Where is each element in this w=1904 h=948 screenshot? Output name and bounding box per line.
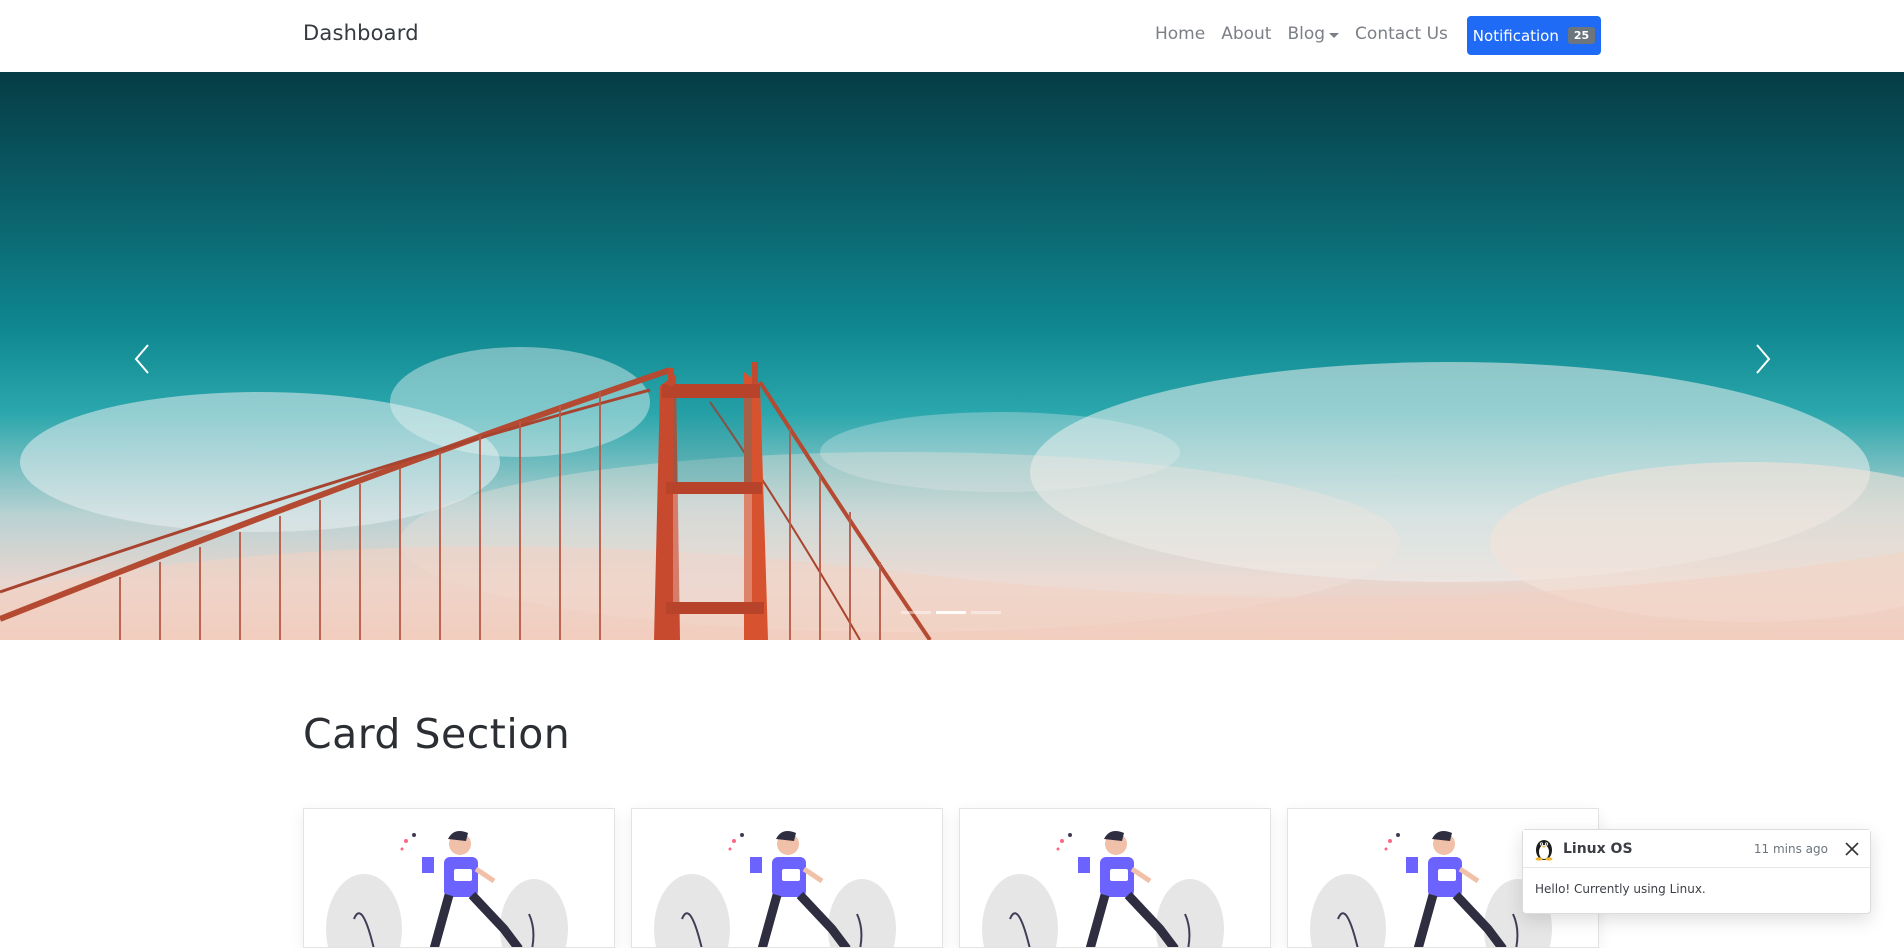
chevron-left-icon: [134, 344, 149, 374]
card-3[interactable]: [959, 808, 1271, 948]
runner-illustration: [982, 831, 1224, 947]
nav-dropdown-blog[interactable]: Blog: [1287, 24, 1340, 44]
navbar-brand[interactable]: Dashboard: [303, 21, 419, 45]
toast-header: Linux OS 11 mins ago: [1523, 830, 1870, 868]
carousel-indicator-3[interactable]: [971, 611, 1001, 614]
nav-link-home[interactable]: Home: [1155, 24, 1205, 44]
chevron-right-icon: [1756, 344, 1771, 374]
nav-links: Home About Blog Contact Us: [1155, 24, 1464, 44]
nav-link-blog-label: Blog: [1287, 24, 1326, 44]
card-1[interactable]: [303, 808, 615, 948]
linux-tux-icon: [1535, 839, 1553, 861]
notification-badge: 25: [1567, 27, 1596, 44]
nav-link-about[interactable]: About: [1221, 24, 1271, 44]
carousel-indicator-2[interactable]: [936, 611, 966, 614]
notification-button[interactable]: Notification 25: [1467, 16, 1601, 55]
bridge-slide-image: [0, 347, 1904, 640]
card-2[interactable]: [631, 808, 943, 948]
close-icon[interactable]: [1844, 841, 1860, 857]
toast-body: Hello! Currently using Linux.: [1535, 882, 1706, 896]
hero-carousel: [0, 72, 1904, 640]
runner-illustration: [654, 831, 896, 947]
runner-illustration: [326, 831, 568, 947]
toast-title: Linux OS: [1563, 840, 1633, 857]
toast-notification: Linux OS 11 mins ago Hello! Currently us…: [1522, 829, 1871, 914]
navbar: Dashboard Home About Blog Contact Us Not…: [0, 0, 1904, 72]
carousel-prev-button[interactable]: [124, 339, 164, 379]
carousel-indicators: [901, 611, 1001, 614]
notification-label: Notification: [1472, 26, 1559, 45]
toast-time: 11 mins ago: [1753, 841, 1828, 856]
carousel-next-button[interactable]: [1741, 339, 1781, 379]
carousel-indicator-1[interactable]: [901, 611, 931, 614]
nav-link-contact[interactable]: Contact Us: [1355, 24, 1448, 44]
section-title: Card Section: [303, 710, 571, 758]
caret-down-icon: [1329, 32, 1340, 38]
